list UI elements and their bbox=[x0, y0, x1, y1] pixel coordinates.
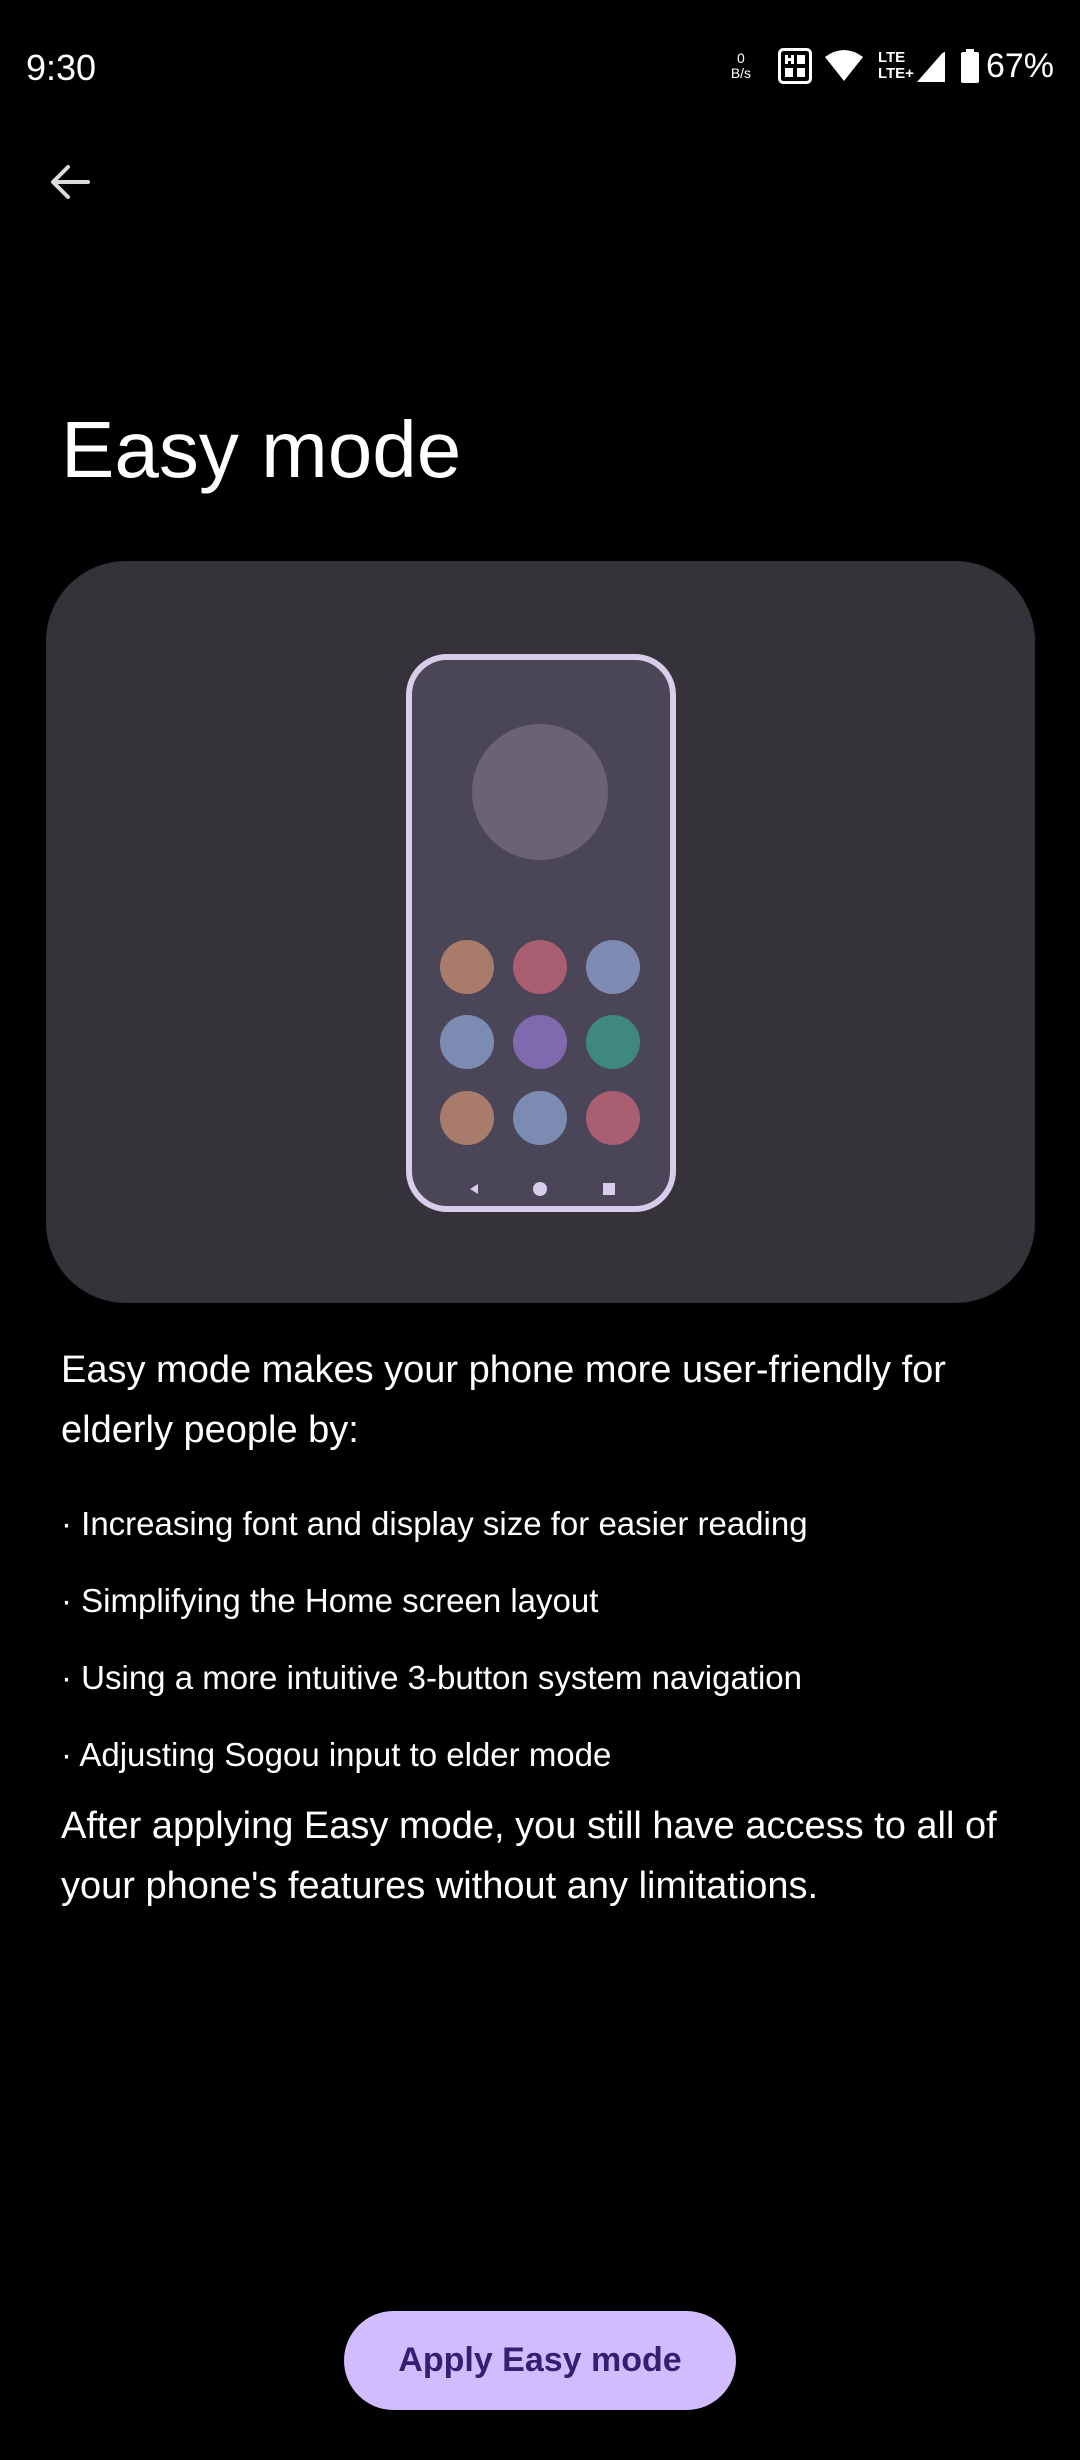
phone-widget-circle bbox=[472, 724, 608, 860]
page-title: Easy mode bbox=[61, 405, 462, 494]
app-dot bbox=[513, 1015, 567, 1069]
app-dot bbox=[440, 1015, 494, 1069]
network-speed-unit: B/s bbox=[730, 65, 752, 81]
app-dot bbox=[586, 1091, 640, 1145]
network-speed: 0 B/s bbox=[726, 51, 756, 81]
feature-list: · Increasing font and display size for e… bbox=[61, 1485, 1021, 1793]
description-text: Easy mode makes your phone more user-fri… bbox=[61, 1349, 946, 1451]
lte-label-top: LTE bbox=[877, 49, 906, 66]
app-dot bbox=[513, 940, 567, 994]
lte-indicator: LTE LTE+ bbox=[878, 50, 914, 82]
app-dot bbox=[513, 1091, 567, 1145]
feature-item: · Increasing font and display size for e… bbox=[61, 1505, 808, 1542]
phone-illustration bbox=[406, 654, 676, 1212]
feature-item: · Using a more intuitive 3-button system… bbox=[61, 1659, 803, 1696]
status-icons: 0 B/s LTE LTE+ 67% bbox=[726, 42, 1054, 90]
app-dot bbox=[586, 1015, 640, 1069]
arrow-back-icon bbox=[51, 165, 90, 199]
home-circle-icon bbox=[533, 1182, 547, 1196]
status-bar: 9:30 0 B/s LTE LTE+ 67% bbox=[0, 0, 1080, 130]
status-time: 9:30 bbox=[26, 47, 97, 88]
feature-item: · Adjusting Sogou input to elder mode bbox=[61, 1736, 612, 1773]
feature-item: · Simplifying the Home screen layout bbox=[61, 1582, 599, 1619]
app-dot bbox=[586, 940, 640, 994]
apply-easy-mode-button[interactable]: Apply Easy mode bbox=[344, 2311, 736, 2410]
network-speed-value: 0 bbox=[737, 50, 745, 66]
hd-voice-icon bbox=[777, 48, 812, 84]
lte-label-bottom: LTE+ bbox=[877, 65, 914, 82]
battery-percentage: 67% bbox=[985, 47, 1054, 85]
easy-mode-screen: 9:30 0 B/s LTE LTE+ 67% Easy mode Easy m… bbox=[0, 0, 1080, 2460]
battery-icon bbox=[960, 48, 980, 84]
after-apply-text: After applying Easy mode, you still have… bbox=[61, 1805, 997, 1907]
recents-square-icon bbox=[603, 1183, 615, 1195]
app-dot bbox=[440, 940, 494, 994]
app-dot bbox=[440, 1091, 494, 1145]
wifi-icon bbox=[824, 49, 864, 83]
illustration-card bbox=[46, 561, 1035, 1303]
back-button[interactable] bbox=[38, 150, 102, 214]
cellular-signal-icon bbox=[916, 48, 946, 84]
